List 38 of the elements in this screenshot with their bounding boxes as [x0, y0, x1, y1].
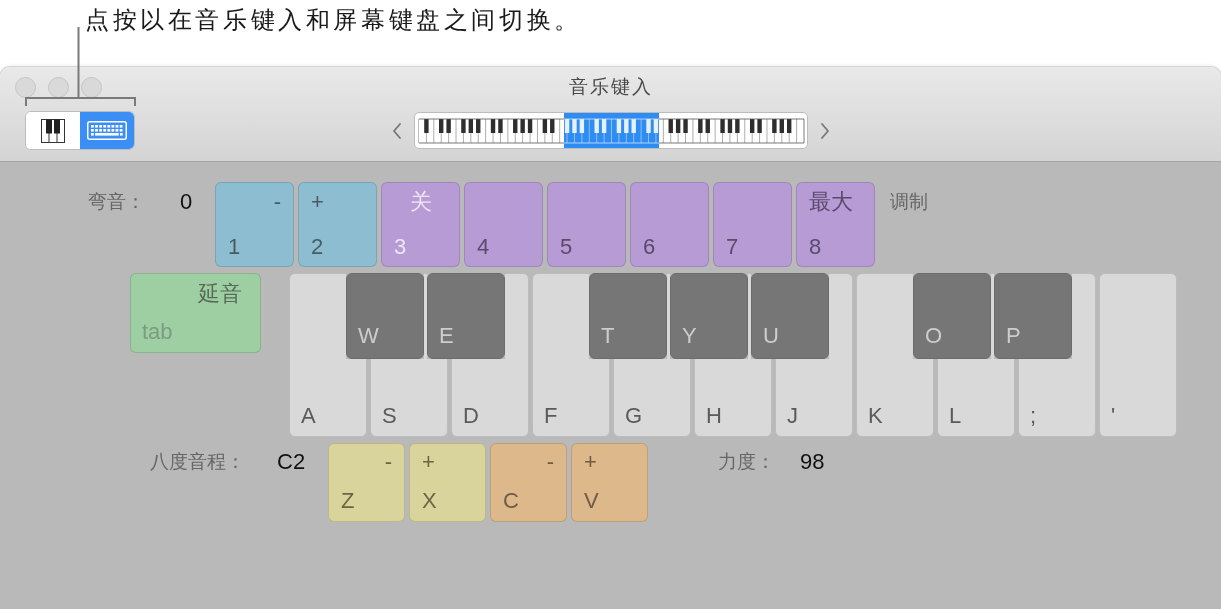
sharp-key[interactable]: T [589, 273, 667, 359]
chevron-right-icon[interactable] [819, 122, 830, 139]
keyboard-key[interactable]: + V [571, 443, 648, 522]
close-button[interactable] [15, 76, 36, 98]
field-value: 0 [180, 188, 194, 214]
keyboard-icon [87, 121, 127, 140]
chevron-left-icon[interactable] [391, 122, 402, 139]
keyboard-key[interactable]: 最大 8 [796, 182, 875, 267]
field-label: 弯音： [88, 190, 146, 214]
window-title: 音乐键入 [568, 75, 653, 99]
sharp-key[interactable]: U [751, 273, 829, 359]
keyboard-key[interactable]: - Z [328, 443, 405, 522]
field-value: 98 [800, 448, 826, 474]
field-label: 八度音程： [150, 450, 246, 474]
keyboard-key[interactable]: 关 3 [381, 182, 460, 267]
piano-icon [41, 118, 65, 143]
keyboard-key[interactable]: 4 [464, 182, 543, 267]
field-label: 力度： [718, 450, 776, 474]
keyboard-key[interactable]: 5 [547, 182, 626, 267]
field-label: 调制 [890, 190, 928, 214]
minimize-button[interactable] [48, 76, 69, 98]
keyboard-key[interactable]: - 1 [215, 182, 294, 267]
keyboard-key[interactable]: 7 [713, 182, 792, 267]
callout-text: 点按以在音乐键入和屏幕键盘之间切换。 [85, 5, 582, 35]
keyboard-key[interactable]: 6 [630, 182, 709, 267]
keyboard-key[interactable]: + X [409, 443, 486, 522]
range-highlight[interactable] [563, 113, 659, 148]
zoom-button[interactable] [81, 76, 102, 98]
field-value: C2 [277, 448, 307, 474]
keyboard-key[interactable]: - C [490, 443, 567, 522]
sharp-key[interactable]: Y [670, 273, 748, 359]
sharp-key[interactable]: W [346, 273, 424, 359]
sharp-key[interactable]: P [994, 273, 1072, 359]
sharp-key[interactable]: O [913, 273, 991, 359]
keyboard-overview[interactable] [413, 112, 808, 149]
keyboard-key[interactable]: + 2 [298, 182, 377, 267]
piano-key[interactable]: ' [1099, 273, 1177, 437]
sharp-key[interactable]: E [427, 273, 505, 359]
